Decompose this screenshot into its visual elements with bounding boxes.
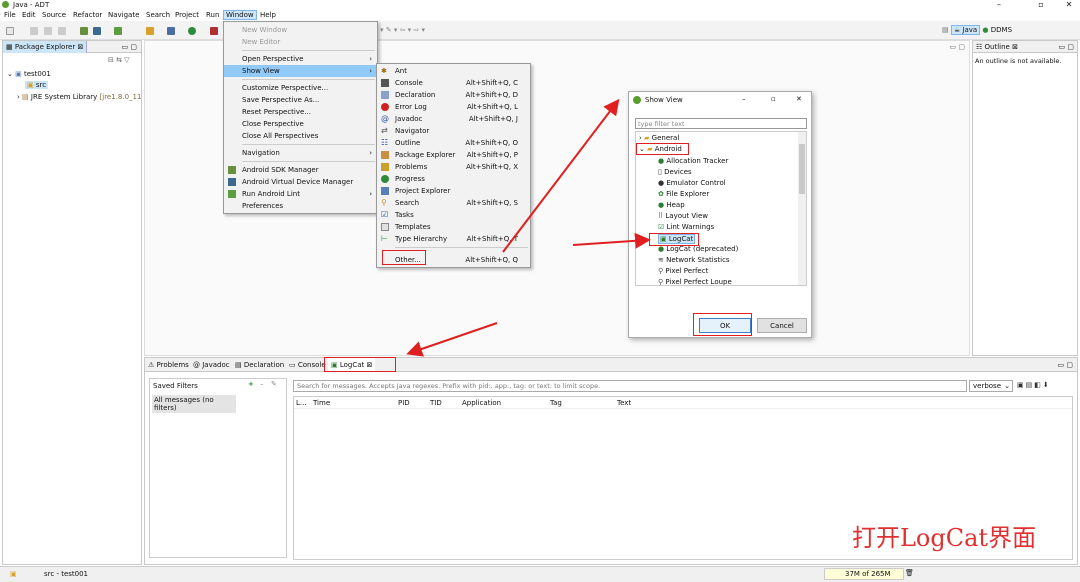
arrow-to-logcat — [572, 232, 651, 249]
arrow-to-logcat-tab — [406, 322, 498, 357]
trash-icon[interactable]: 🗑 — [905, 569, 914, 577]
status-path: src - test001 — [44, 570, 88, 578]
annotation-arrows — [406, 98, 651, 357]
memory-usage: 37M of 265M — [845, 570, 891, 578]
status-bar: ▣ src - test001 37M of 265M 🗑 — [0, 566, 1080, 582]
watermark-text: 打开LogCat界面 — [852, 524, 1037, 552]
arrow-other-to-dialog — [502, 98, 620, 253]
status-icon: ▣ — [10, 570, 17, 578]
